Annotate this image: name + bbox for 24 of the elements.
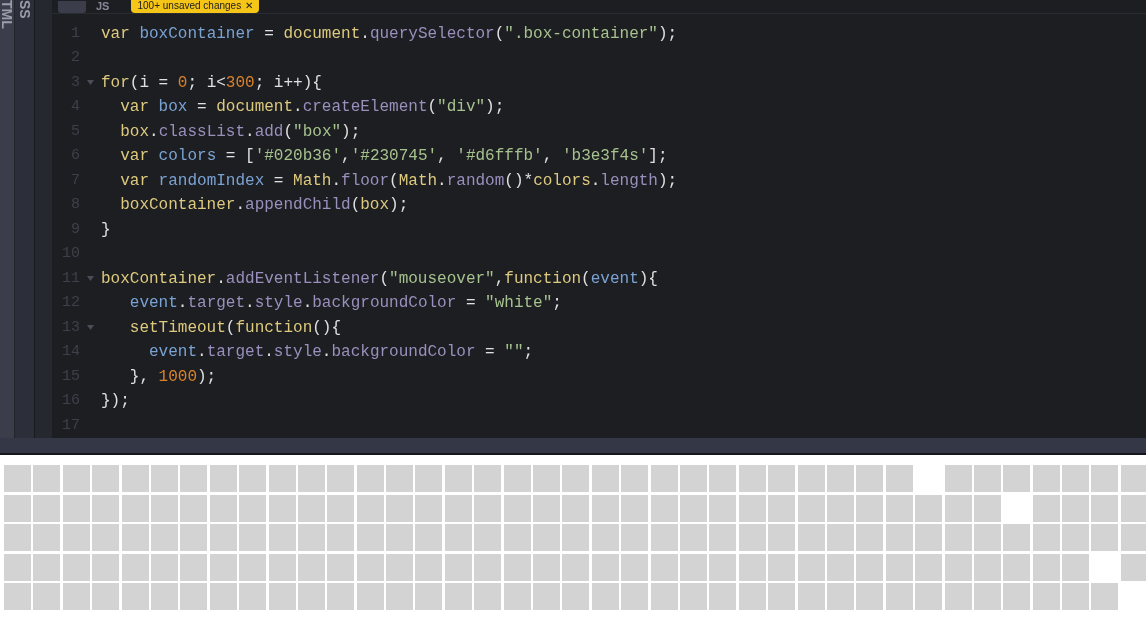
code-line: boxContainer.appendChild(box); bbox=[119, 195, 409, 217]
code-line: boxContainer.addEventListener("mouseover",function(event){ bbox=[101, 268, 658, 290]
code-line: event.target.style.backgroundColor = ""; bbox=[148, 342, 534, 364]
code-line: }, 1000); bbox=[128, 366, 217, 388]
resize-bar[interactable] bbox=[0, 438, 1146, 455]
fold-arrow-icon[interactable] bbox=[87, 276, 94, 282]
fold-arrow-icon[interactable] bbox=[87, 80, 94, 86]
code-line: event.target.style.backgroundColor = "white"; bbox=[128, 293, 562, 315]
code-line: setTimeout(function(){ bbox=[128, 317, 342, 339]
editor-tab[interactable]: JS bbox=[96, 0, 110, 13]
close-button[interactable]: ✕ bbox=[245, 0, 254, 13]
code-line: } bbox=[101, 219, 111, 241]
code-line: var boxContainer = document.querySelector(".box-container"); bbox=[101, 23, 678, 45]
panel-tab[interactable]: SS bbox=[17, 0, 32, 19]
badge-text: 100+ unsaved changes bbox=[137, 0, 242, 13]
code-line: for(i = 0; i<300; i++){ bbox=[101, 72, 322, 94]
code-line: var box = document.createElement("div"); bbox=[119, 97, 505, 119]
code-line: var randomIndex = Math.floor(Math.random()*colors.length); bbox=[119, 170, 678, 192]
code-line: }); bbox=[101, 391, 130, 413]
panel-tab[interactable]: TML bbox=[0, 0, 14, 29]
fold-arrow-icon[interactable] bbox=[87, 325, 94, 331]
code-line: box.classList.add("box"); bbox=[119, 121, 361, 143]
tab-handle[interactable] bbox=[58, 0, 86, 13]
code-line: var colors = ['#020b36','#230745', '#d6fffb', 'b3e3f4s']; bbox=[119, 146, 668, 168]
